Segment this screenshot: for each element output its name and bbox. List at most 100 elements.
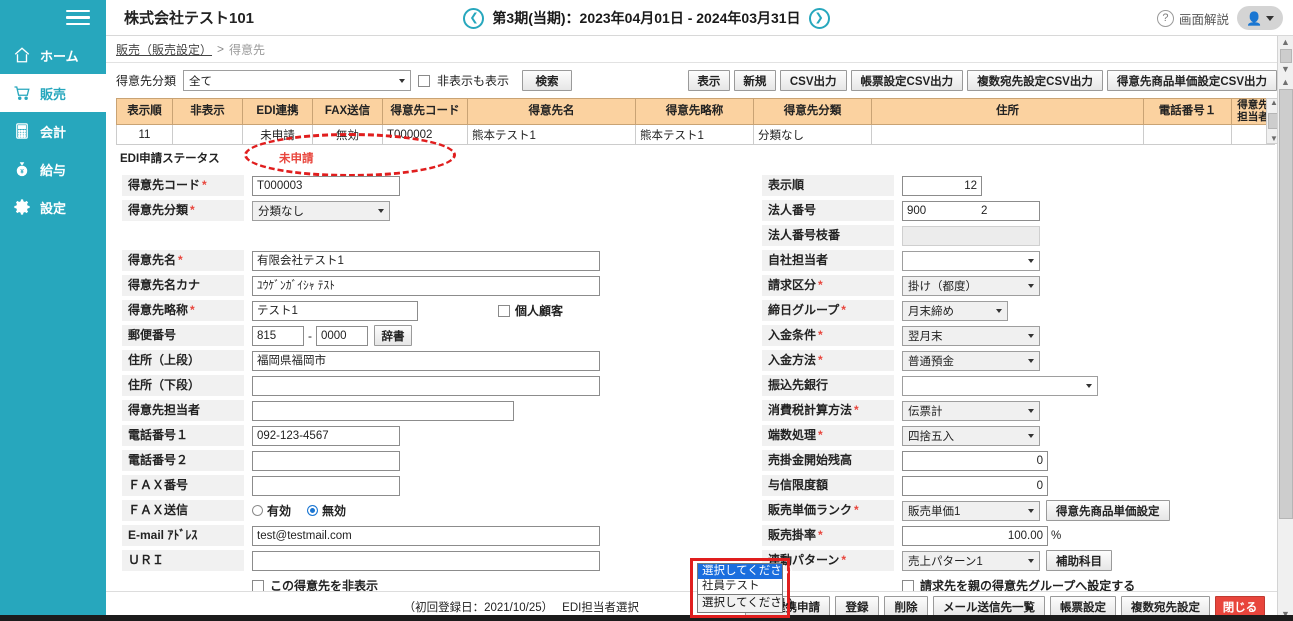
- customer-code-input[interactable]: T000003: [252, 176, 400, 196]
- customer-kana-input[interactable]: ﾕｳｹﾞﾝｶﾞｲｼｬ ﾃｽﾄ: [252, 276, 600, 296]
- fax-number-input[interactable]: [252, 476, 400, 496]
- first-registration-note: （初回登録日：2021/10/25）: [404, 599, 554, 615]
- edi-staff-select[interactable]: 選択してください: [697, 594, 783, 613]
- sales-rate-input[interactable]: 100.00: [902, 526, 1048, 546]
- dropdown-option-0[interactable]: 選択してください: [698, 564, 782, 579]
- payment-term-select[interactable]: 翌月末: [902, 326, 1040, 346]
- field-sales-rate: 販売掛率* 100.00 %: [746, 523, 1286, 548]
- price-rank-select[interactable]: 販売単価1: [902, 501, 1040, 521]
- customer-product-price-settings-button[interactable]: 得意先商品単価設定: [1046, 500, 1170, 521]
- tax-calc-select[interactable]: 伝票計: [902, 401, 1040, 421]
- parent-group-checkbox[interactable]: [902, 580, 914, 592]
- table-row[interactable]: 11 未申請 無効 T000002 熊本テスト1 熊本テスト1 分類なし: [117, 125, 1275, 145]
- customer-name-input[interactable]: 有限会社テスト1: [252, 251, 600, 271]
- closing-group-select[interactable]: 月末締め: [902, 301, 1008, 321]
- grid-header-fax[interactable]: FAX送信: [313, 99, 383, 125]
- help-button[interactable]: ? 画面解説: [1157, 9, 1229, 28]
- field-fax-send: ＦＡＸ送信 有効 無効: [106, 498, 776, 523]
- grid-header-short-name[interactable]: 得意先略称: [636, 99, 754, 125]
- address-line2-input[interactable]: [252, 376, 600, 396]
- hamburger-zone: [0, 0, 106, 36]
- zip-dictionary-button[interactable]: 辞書: [374, 325, 412, 346]
- zip-code-input-2[interactable]: 0000: [316, 326, 368, 346]
- email-input[interactable]: test@testmail.com: [252, 526, 600, 546]
- own-staff-select[interactable]: [902, 251, 1040, 271]
- hide-customer-checkbox[interactable]: [252, 580, 264, 592]
- register-button[interactable]: 登録: [835, 596, 879, 617]
- page-scroll-track[interactable]: [1279, 89, 1293, 608]
- address-line1-input[interactable]: 福岡県福岡市: [252, 351, 600, 371]
- chevron-left-icon[interactable]: ❮: [463, 8, 484, 29]
- field-customer-short-name: 得意先略称* テスト1 個人顧客: [106, 298, 776, 323]
- page-scroll-down-icon[interactable]: ▼: [1281, 65, 1290, 74]
- customer-category-select[interactable]: 全て: [183, 70, 411, 91]
- dropdown-option-1[interactable]: 社員テスト: [698, 579, 782, 594]
- multi-address-settings-button[interactable]: 複数宛先設定: [1121, 596, 1210, 617]
- sidebar-item-accounting[interactable]: 会計: [0, 112, 106, 150]
- page-scroll-thumb[interactable]: [1279, 89, 1293, 519]
- breadcrumb-separator: >: [217, 42, 224, 56]
- grid-header-address[interactable]: 住所: [872, 99, 1144, 125]
- edi-staff-dropdown-list[interactable]: 選択してください 社員テスト: [697, 563, 783, 595]
- grid-header-tel[interactable]: 電話番号１: [1144, 99, 1232, 125]
- sidebar-item-settings[interactable]: 設定: [0, 188, 106, 226]
- grid-header-edi[interactable]: EDI連携: [243, 99, 313, 125]
- hamburger-menu-icon[interactable]: [66, 10, 90, 26]
- uri-input[interactable]: [252, 551, 600, 571]
- customer-short-name-input[interactable]: テスト1: [252, 301, 418, 321]
- field-fax-number: ＦＡＸ番号: [106, 473, 776, 498]
- zip-code-input-1[interactable]: 815: [252, 326, 304, 346]
- corporate-number-input[interactable]: 900 2: [902, 201, 1040, 221]
- page-vertical-scrollbar[interactable]: ▲ ▼ ▲ ▼: [1277, 36, 1293, 621]
- page-scroll-up-icon[interactable]: ▲: [1281, 38, 1290, 47]
- grid-header-code[interactable]: 得意先コード: [383, 99, 468, 125]
- fax-send-disabled-option[interactable]: 無効: [307, 502, 346, 519]
- cell-edi: 未申請: [243, 125, 313, 145]
- label-corporate-number: 法人番号: [768, 203, 816, 217]
- tel1-input[interactable]: 092-123-4567: [252, 426, 400, 446]
- chevron-right-icon[interactable]: ❯: [809, 8, 830, 29]
- grid-header-name[interactable]: 得意先名: [468, 99, 636, 125]
- link-pattern-select[interactable]: 売上パターン1: [902, 551, 1040, 571]
- payment-method-select[interactable]: 普通預金: [902, 351, 1040, 371]
- rounding-select[interactable]: 四捨五入: [902, 426, 1040, 446]
- sidebar-item-home[interactable]: ホーム: [0, 36, 106, 74]
- credit-limit-input[interactable]: 0: [902, 476, 1048, 496]
- customer-staff-input[interactable]: [252, 401, 514, 421]
- customer-category-field-select[interactable]: 分類なし: [252, 201, 390, 221]
- tel2-input[interactable]: [252, 451, 400, 471]
- bank-select[interactable]: [902, 376, 1098, 396]
- label-customer-code: 得意先コード: [128, 178, 200, 192]
- sub-account-button[interactable]: 補助科目: [1046, 550, 1112, 571]
- ar-balance-input[interactable]: 0: [902, 451, 1048, 471]
- close-button[interactable]: 閉じる: [1215, 596, 1265, 617]
- mail-recipient-list-button[interactable]: メール送信先一覧: [933, 596, 1045, 617]
- sidebar-item-sales[interactable]: 販売: [0, 74, 106, 112]
- fax-send-disabled-radio[interactable]: [307, 505, 318, 516]
- page-scroll-thumb-top[interactable]: [1280, 49, 1292, 63]
- breadcrumb-parent[interactable]: 販売（販売設定）: [116, 41, 212, 58]
- fax-send-enabled-radio[interactable]: [252, 505, 263, 516]
- new-button[interactable]: 新規: [734, 70, 776, 91]
- multi-address-csv-export-button[interactable]: 複数宛先設定CSV出力: [967, 70, 1103, 91]
- billing-type-select[interactable]: 掛け（都度）: [902, 276, 1040, 296]
- delete-button[interactable]: 削除: [884, 596, 928, 617]
- grid-header-hidden[interactable]: 非表示: [173, 99, 243, 125]
- show-hidden-checkbox[interactable]: [418, 75, 430, 87]
- label-customer-short-name: 得意先略称: [128, 303, 188, 317]
- field-customer-category: 得意先分類* 分類なし: [106, 198, 776, 223]
- display-order-input[interactable]: 12: [902, 176, 982, 196]
- sidebar-item-payroll[interactable]: ¥ 給与: [0, 150, 106, 188]
- customer-product-price-csv-export-button[interactable]: 得意先商品単価設定CSV出力: [1107, 70, 1277, 91]
- fax-send-enabled-option[interactable]: 有効: [252, 502, 291, 519]
- user-menu-button[interactable]: 👤: [1237, 6, 1283, 30]
- personal-customer-checkbox[interactable]: [498, 305, 510, 317]
- grid-header-order[interactable]: 表示順: [117, 99, 173, 125]
- page-scroll-up-icon-2[interactable]: ▲: [1281, 78, 1290, 87]
- grid-header-category[interactable]: 得意先分類: [754, 99, 872, 125]
- csv-export-button[interactable]: CSV出力: [780, 70, 847, 91]
- form-settings-button[interactable]: 帳票設定: [1050, 596, 1116, 617]
- display-button[interactable]: 表示: [688, 70, 730, 91]
- form-settings-csv-export-button[interactable]: 帳票設定CSV出力: [851, 70, 964, 91]
- search-button[interactable]: 検索: [522, 70, 572, 91]
